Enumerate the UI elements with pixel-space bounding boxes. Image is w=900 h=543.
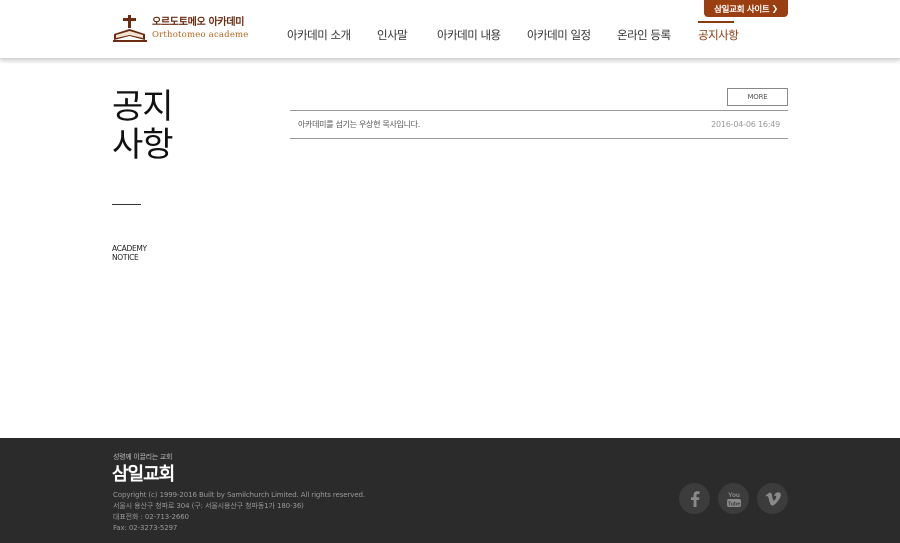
nav-item-about[interactable]: 아카데미 소개 — [287, 27, 351, 43]
church-site-button-label: 삼일교회 사이트 — [714, 4, 770, 15]
footer-church-name: 삼일교회 — [112, 464, 175, 485]
footer-address: 서울시 용산구 청파로 304 (구: 서울시용산구 청파동1가 180-36) — [113, 502, 304, 510]
page-title: 공지 사항 — [112, 88, 192, 164]
notice-date: 2016-04-06 16:49 — [711, 120, 780, 129]
footer-fax: Fax: 02-3273-5297 — [113, 524, 178, 532]
facebook-link[interactable] — [679, 483, 710, 514]
page-title-line2: 사항 — [112, 125, 174, 165]
site-footer: 성령께 이끌리는 교회 삼일교회 Copyright (c) 1999-2016… — [0, 438, 900, 543]
page-subtitle: ACADEMY NOTICE — [112, 244, 147, 262]
church-site-button[interactable]: 삼일교회 사이트 ❯ — [704, 0, 788, 17]
notice-row[interactable]: 아카데미를 섬기는 우상현 목사입니다. 2016-04-06 16:49 — [290, 111, 788, 138]
nav-item-notice[interactable]: 공지사항 — [698, 27, 739, 43]
nav-item-greeting[interactable]: 인사말 — [377, 27, 408, 43]
page-subtitle-line1: ACADEMY — [112, 244, 147, 253]
footer-info: Copyright (c) 1999-2016 Built by Samilch… — [113, 490, 365, 534]
more-button[interactable]: MORE — [727, 88, 788, 106]
nav-item-schedule[interactable]: 아카데미 일정 — [527, 27, 591, 43]
nav-item-content[interactable]: 아카데미 내용 — [437, 27, 501, 43]
svg-text:You: You — [728, 492, 740, 499]
notice-list: 아카데미를 섬기는 우상현 목사입니다. 2016-04-06 16:49 — [290, 110, 788, 139]
footer-phone: 대표전화 : 02-713-2660 — [113, 513, 189, 521]
youtube-icon: You Tube — [726, 492, 741, 507]
vimeo-icon — [764, 491, 781, 505]
vimeo-link[interactable] — [757, 483, 788, 514]
title-divider — [112, 204, 141, 205]
main-nav: 아카데미 소개 인사말 아카데미 내용 아카데미 일정 온라인 등록 공지사항 — [0, 27, 900, 43]
chevron-right-icon: ❯ — [771, 4, 778, 13]
page-subtitle-line2: NOTICE — [112, 253, 139, 262]
nav-active-underline — [698, 21, 734, 23]
page-title-line1: 공지 — [112, 87, 174, 127]
site-header: 오르도토메오 아카데미 Orthotomeo academe 아카데미 소개 인… — [0, 0, 900, 59]
nav-item-registration[interactable]: 온라인 등록 — [617, 27, 671, 43]
svg-text:Tube: Tube — [727, 501, 740, 507]
youtube-link[interactable]: You Tube — [718, 483, 749, 514]
footer-copyright: Copyright (c) 1999-2016 Built by Samilch… — [113, 491, 366, 499]
facebook-icon — [690, 490, 699, 507]
notice-title[interactable]: 아카데미를 섬기는 우상현 목사입니다. — [298, 119, 420, 130]
